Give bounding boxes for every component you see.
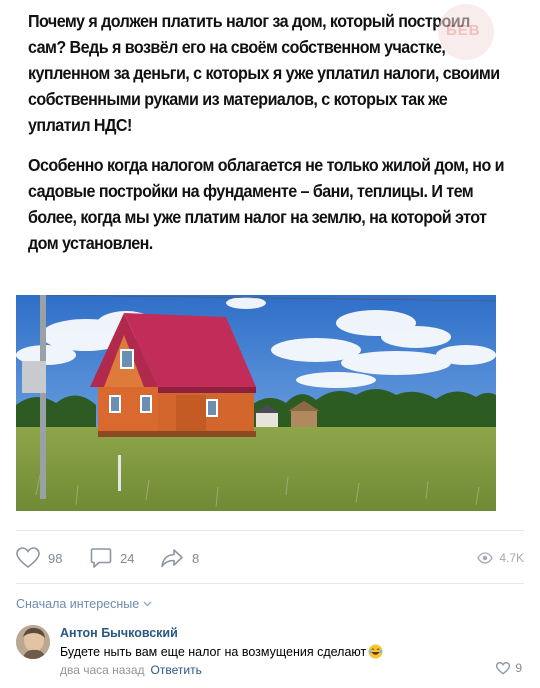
post-actions: 98 24 8 4.7K — [16, 544, 524, 572]
comment-text: Будете ныть вам еще налог на возмущения … — [60, 644, 367, 659]
watermark-text: БЕВ — [446, 22, 481, 39]
share-count: 8 — [192, 550, 200, 566]
post-paragraph-2: Особенно когда налогом облагается не тол… — [28, 155, 505, 253]
heart-icon — [16, 547, 40, 569]
comment-text-row: Будете ныть вам еще налог на возмущения … — [60, 644, 383, 659]
like-button[interactable]: 98 — [16, 544, 62, 572]
comment-like-count: 9 — [515, 661, 522, 675]
comments-sort-dropdown[interactable]: Сначала интересные — [16, 597, 152, 611]
watermark-logo: БЕВ — [438, 4, 494, 60]
house-photo — [16, 295, 496, 511]
share-icon — [161, 549, 183, 568]
comment-item: Антон Бычковский Будете ныть вам еще нал… — [16, 623, 524, 683]
sort-label: Сначала интересные — [16, 597, 140, 611]
heart-icon — [496, 661, 511, 675]
comment-button[interactable]: 24 — [90, 544, 134, 572]
comment-meta: два часа назад Ответить — [60, 663, 202, 677]
laughing-emoji-icon — [368, 644, 383, 659]
comment-like-button[interactable]: 9 — [496, 661, 522, 675]
views-count: 4.7K — [499, 551, 524, 565]
comment-time[interactable]: два часа назад — [60, 663, 145, 677]
user-avatar-image — [16, 625, 50, 659]
comment-author[interactable]: Антон Бычковский — [60, 626, 178, 640]
eye-icon — [477, 552, 494, 564]
comment-count: 24 — [120, 550, 135, 566]
post-photo[interactable] — [16, 295, 496, 511]
avatar[interactable] — [16, 625, 50, 659]
views-counter: 4.7K — [477, 544, 524, 572]
share-button[interactable]: 8 — [160, 544, 199, 572]
chevron-down-icon — [143, 601, 152, 607]
like-count: 98 — [48, 550, 63, 566]
post-text: Почему я должен платить налог за дом, ко… — [28, 8, 508, 270]
reply-link[interactable]: Ответить — [151, 663, 202, 677]
actions-divider — [16, 530, 524, 531]
comment-icon — [90, 548, 112, 568]
comments-divider — [16, 583, 524, 584]
